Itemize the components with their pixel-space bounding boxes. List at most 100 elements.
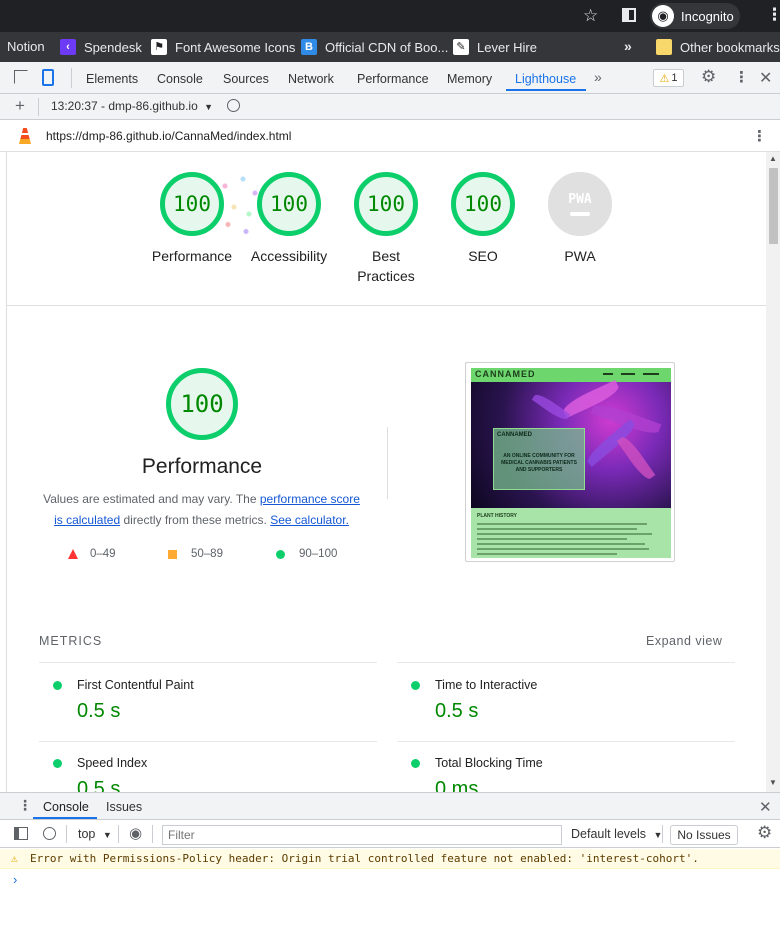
metric-name-speed-index: Speed Index xyxy=(77,756,148,770)
gauge-label-best-practices: Best Practices xyxy=(357,248,415,284)
devtools-menu-icon[interactable]: ⋮ xyxy=(734,68,749,86)
thumb-plant-history: PLANT HISTORY xyxy=(471,508,671,558)
tab-memory[interactable]: Memory xyxy=(447,72,492,86)
bookmark-bootstrap-cdn[interactable]: B Official CDN of Boo... xyxy=(301,39,448,55)
gauge-label-seo: SEO xyxy=(468,248,498,264)
tab-elements[interactable]: Elements xyxy=(86,72,138,86)
thumb-text-line xyxy=(477,528,637,530)
clear-console-icon[interactable] xyxy=(43,827,56,840)
bookmark-label: Notion xyxy=(7,39,45,54)
log-levels-dropdown[interactable]: Default levels ▼ xyxy=(571,827,662,841)
sidebar-toggle-icon[interactable] xyxy=(14,827,28,840)
tab-network[interactable]: Network xyxy=(288,72,334,86)
report-selector[interactable]: 13:20:37 - dmp-86.github.io ▼ xyxy=(51,99,213,113)
report-url-bar: https://dmp-86.github.io/CannaMed/index.… xyxy=(0,120,780,152)
toolbar-divider xyxy=(38,98,39,116)
drawer-tabbar: ⋮ Console Issues ✕ xyxy=(0,793,780,820)
lighthouse-toolbar: + 13:20:37 - dmp-86.github.io ▼ xyxy=(0,94,780,120)
tab-console[interactable]: Console xyxy=(157,72,203,86)
metric-value-tbt: 0 ms xyxy=(435,778,479,792)
context-selector[interactable]: top ▼ xyxy=(78,827,112,841)
other-bookmarks-label: Other bookmarks xyxy=(680,39,780,55)
score-gauge-accessibility[interactable]: 100 xyxy=(257,172,321,236)
metric-name-tti: Time to Interactive xyxy=(435,678,538,692)
final-screenshot[interactable]: CANNAMED CANNAMED AN ONLINE COMMUNITY FO… xyxy=(465,362,675,562)
score-gauge-pwa[interactable]: PWA xyxy=(548,172,612,236)
console-settings-icon[interactable]: ⚙ xyxy=(757,823,772,843)
drawer-tab-console[interactable]: Console xyxy=(43,800,89,814)
thumb-text-line xyxy=(477,553,617,555)
other-bookmarks[interactable]: Other bookmarks xyxy=(656,39,780,55)
folder-icon xyxy=(656,39,672,55)
browser-menu-icon[interactable]: ⋮ xyxy=(766,5,780,25)
clear-icon[interactable] xyxy=(227,99,240,112)
legend-fail: 0–49 xyxy=(68,548,116,560)
bookmark-font-awesome[interactable]: ⚑ Font Awesome Icons xyxy=(151,39,295,55)
desc-text: directly from these metrics. xyxy=(120,513,271,527)
gauge-label-accessibility: Accessibility xyxy=(250,248,328,264)
gauge-label-performance: Performance xyxy=(151,248,233,264)
active-tab-indicator xyxy=(506,89,586,91)
tab-performance[interactable]: Performance xyxy=(357,72,429,86)
console-toolbar: top ▼ ◉ Default levels ▼ No Issues ⚙ xyxy=(0,820,780,848)
console-filter-input[interactable] xyxy=(162,825,562,845)
performance-title: Performance xyxy=(141,455,263,478)
console-drawer: ⋮ Console Issues ✕ top ▼ ◉ Default level… xyxy=(0,792,780,925)
console-warning-message[interactable]: ⚠ Error with Permissions-Policy header: … xyxy=(0,849,780,869)
drawer-menu-icon[interactable]: ⋮ xyxy=(18,797,32,814)
see-calculator-link[interactable]: See calculator. xyxy=(270,513,349,527)
incognito-badge[interactable]: ◉ Incognito xyxy=(650,3,740,29)
triangle-icon xyxy=(68,549,78,559)
console-prompt[interactable]: › xyxy=(13,872,17,887)
report-scrollbar[interactable]: ▲ ▼ xyxy=(766,152,780,792)
section-divider xyxy=(7,305,766,306)
pass-dot-icon xyxy=(53,681,62,690)
context-label: top xyxy=(78,827,96,841)
warning-text: Error with Permissions-Policy header: Or… xyxy=(30,852,699,865)
gear-icon[interactable]: ⚙ xyxy=(701,67,716,87)
metric-value-speed-index: 0.5 s xyxy=(77,778,121,792)
thumb-intro-box: CANNAMED AN ONLINE COMMUNITY FOR MEDICAL… xyxy=(493,428,585,490)
warning-badge[interactable]: ⚠ 1 xyxy=(653,69,684,87)
warning-count: 1 xyxy=(671,72,678,84)
performance-description: Values are estimated and may vary. The p… xyxy=(39,489,364,531)
inspect-element-icon[interactable] xyxy=(14,70,28,84)
bookmark-spendesk[interactable]: ‹ Spendesk xyxy=(60,39,142,55)
report-menu-icon[interactable]: ⋮ xyxy=(752,127,767,145)
score-gauge-seo[interactable]: 100 xyxy=(451,172,515,236)
scroll-up-icon[interactable]: ▲ xyxy=(769,154,777,163)
drawer-tab-issues[interactable]: Issues xyxy=(106,800,142,814)
expand-view-toggle[interactable]: Expand view xyxy=(646,634,722,648)
vertical-divider xyxy=(387,427,388,499)
bookmark-notion[interactable]: Notion xyxy=(7,39,45,54)
thumb-text-line xyxy=(477,543,645,545)
legend-average: 50–89 xyxy=(168,548,223,560)
star-icon[interactable]: ☆ xyxy=(583,6,598,26)
thumb-navbar: CANNAMED xyxy=(471,368,671,382)
eye-icon[interactable]: ◉ xyxy=(129,824,142,842)
add-report-icon[interactable]: + xyxy=(15,96,25,116)
device-toolbar-icon[interactable] xyxy=(42,69,54,86)
tab-lighthouse[interactable]: Lighthouse xyxy=(515,72,576,86)
toolbar-divider xyxy=(662,825,663,843)
bookmark-lever-hire[interactable]: ✎ Lever Hire xyxy=(453,39,537,55)
more-bookmarks-icon[interactable]: » xyxy=(624,38,632,54)
incognito-icon: ◉ xyxy=(652,5,674,27)
toolbar-divider xyxy=(152,825,153,843)
score-gauge-best-practices[interactable]: 100 xyxy=(354,172,418,236)
metric-divider xyxy=(39,662,377,663)
more-tabs-icon[interactable]: » xyxy=(594,69,602,85)
chevron-down-icon: ▼ xyxy=(102,830,112,840)
report-url: https://dmp-86.github.io/CannaMed/index.… xyxy=(46,129,292,143)
scroll-down-icon[interactable]: ▼ xyxy=(769,778,777,787)
lighthouse-report: 100 Performance 100 Accessibility 100 Be… xyxy=(6,152,766,792)
scrollbar-thumb[interactable] xyxy=(769,168,778,244)
gauge-value: 100 xyxy=(367,192,405,216)
sidepanel-icon[interactable] xyxy=(622,8,636,22)
tab-sources[interactable]: Sources xyxy=(223,72,269,86)
issues-button[interactable]: No Issues xyxy=(670,825,738,845)
close-drawer-icon[interactable]: ✕ xyxy=(759,798,772,816)
score-gauge-performance[interactable]: 100 xyxy=(160,172,224,236)
legend-pass: 90–100 xyxy=(276,548,337,560)
close-icon[interactable]: ✕ xyxy=(759,68,772,88)
